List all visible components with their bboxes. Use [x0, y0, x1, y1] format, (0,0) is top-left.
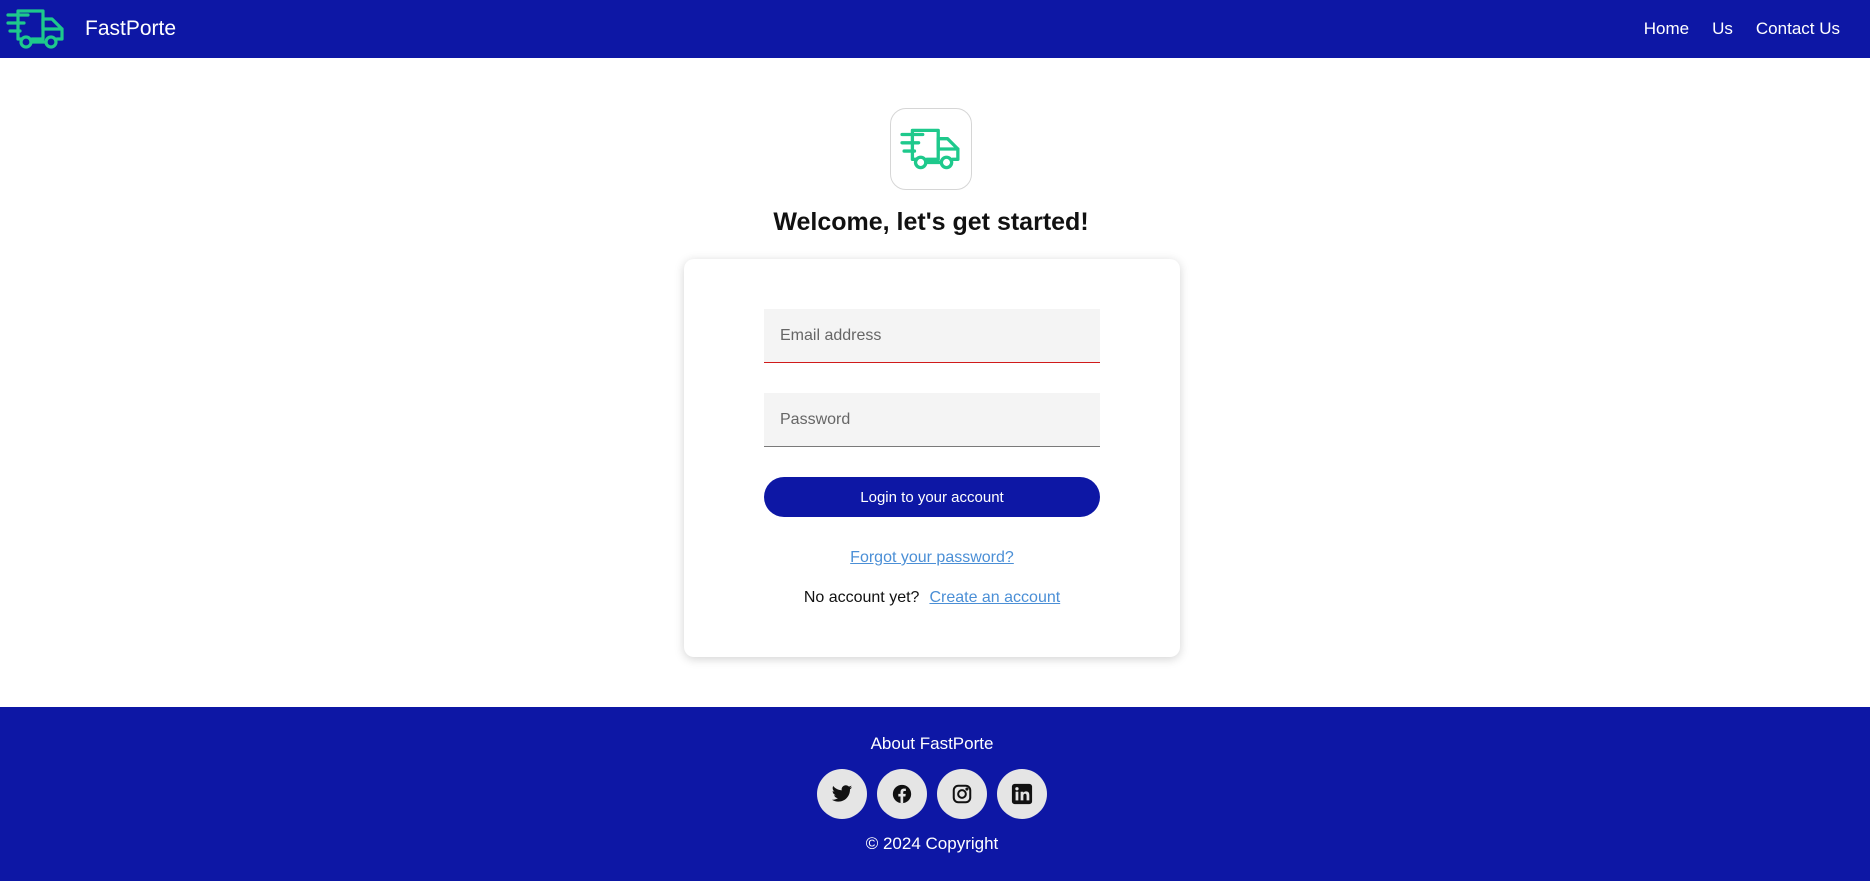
forgot-password-row: Forgot your password? — [684, 549, 1180, 567]
truck-icon — [900, 128, 960, 170]
facebook-icon — [892, 784, 912, 804]
create-account-link[interactable]: Create an account — [929, 589, 1060, 606]
instagram-icon — [952, 784, 972, 804]
forgot-password-link[interactable]: Forgot your password? — [850, 549, 1014, 566]
linkedin-button[interactable] — [997, 769, 1047, 819]
copyright-text: © 2024 Copyright — [865, 834, 999, 853]
brand[interactable]: FastPorte — [0, 0, 176, 58]
email-field-container — [764, 309, 1100, 363]
footer: About FastPorte © 2024 Copyright — [0, 707, 1870, 881]
page-title: Welcome, let's get started! — [773, 208, 1089, 236]
nav-link-contact-us[interactable]: Contact Us — [1756, 19, 1840, 39]
login-button[interactable]: Login to your account — [764, 477, 1100, 517]
top-navbar: FastPorte Home Us Contact Us — [0, 0, 1870, 58]
login-card: Login to your account Forgot your passwo… — [684, 259, 1180, 657]
nav-link-us[interactable]: Us — [1712, 19, 1733, 39]
nav-link-home[interactable]: Home — [1644, 19, 1689, 39]
brand-name: FastPorte — [85, 17, 177, 40]
bottom-strip — [0, 881, 1870, 896]
main-nav: Home Us Contact Us — [1644, 19, 1840, 39]
password-field[interactable] — [764, 393, 1100, 446]
linkedin-icon — [1011, 783, 1033, 805]
social-links — [817, 769, 1047, 819]
password-field-container — [764, 393, 1100, 447]
main-content: Welcome, let's get started! Login to you… — [0, 58, 1870, 707]
instagram-button[interactable] — [937, 769, 987, 819]
twitter-button[interactable] — [817, 769, 867, 819]
signup-row: No account yet? Create an account — [684, 589, 1180, 607]
app-logo — [890, 108, 972, 190]
facebook-button[interactable] — [877, 769, 927, 819]
about-link[interactable]: About FastPorte — [0, 734, 1864, 754]
twitter-icon — [831, 785, 853, 802]
email-field[interactable] — [764, 309, 1100, 362]
truck-icon — [6, 9, 64, 49]
no-account-text: No account yet? — [803, 589, 920, 606]
